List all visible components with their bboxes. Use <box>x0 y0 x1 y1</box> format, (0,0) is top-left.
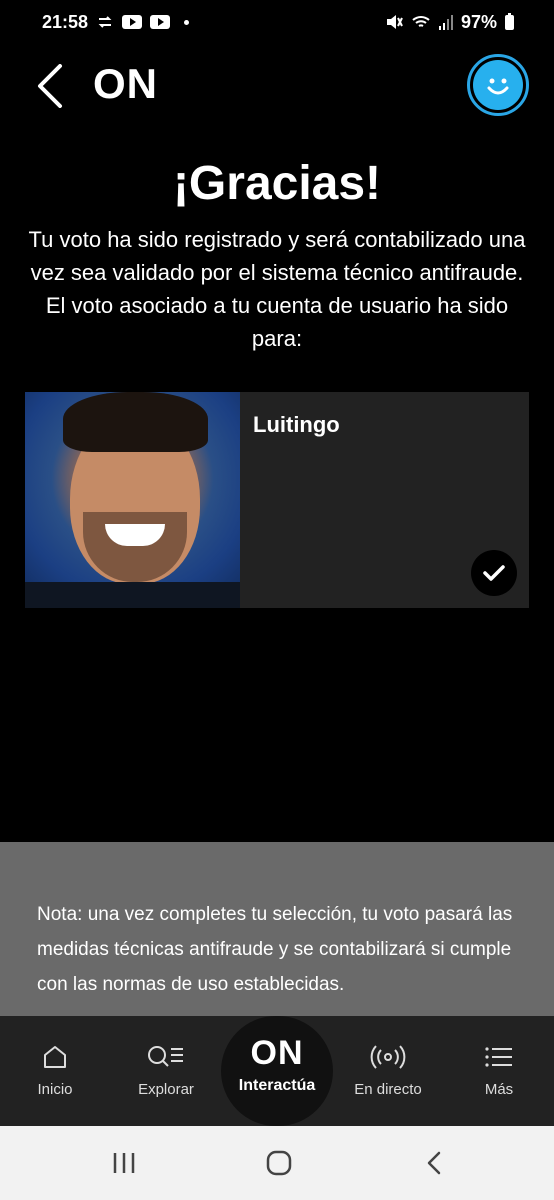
contestant-photo <box>25 392 240 608</box>
contestant-name: Luitingo <box>253 412 340 437</box>
nav-item-en-directo[interactable]: En directo <box>333 1016 443 1126</box>
app-header: ON <box>0 50 554 120</box>
on-logo-icon: ON <box>250 1034 304 1072</box>
chevron-left-icon <box>38 64 62 108</box>
nav-item-interactua[interactable]: ON Interactúa <box>221 1016 333 1126</box>
sync-icon <box>96 15 114 29</box>
note-text: Nota: una vez completes tu selección, tu… <box>37 904 513 995</box>
youtube-icon <box>122 15 143 29</box>
broadcast-icon <box>370 1041 406 1073</box>
back-button[interactable] <box>30 62 70 110</box>
nav-label-mas: Más <box>484 1081 514 1098</box>
nav-label-inicio: Inicio <box>37 1081 73 1098</box>
smiley-icon <box>473 60 523 110</box>
system-navigation-bar <box>0 1126 554 1200</box>
home-icon <box>42 1041 68 1073</box>
recents-icon <box>113 1153 135 1173</box>
status-left: 21:58 <box>42 11 190 33</box>
profile-avatar-button[interactable] <box>467 54 529 116</box>
status-bar: 21:58 97% <box>0 0 554 44</box>
nav-item-explorar[interactable]: Explorar <box>111 1016 221 1126</box>
battery-icon <box>505 12 514 30</box>
selected-contestant-card: Luitingo <box>25 392 529 608</box>
brand-logo: ON <box>93 60 158 107</box>
nav-label-explorar: Explorar <box>138 1081 194 1098</box>
mute-icon <box>385 14 403 30</box>
vote-description: Tu voto ha sido registrado y será contab… <box>28 227 526 351</box>
recents-button[interactable] <box>104 1146 144 1180</box>
status-time: 21:58 <box>42 11 89 32</box>
search-list-icon <box>147 1041 185 1073</box>
battery-percent: 97% <box>460 11 497 32</box>
nav-item-mas[interactable]: Más <box>444 1016 554 1126</box>
back-icon <box>427 1151 441 1175</box>
back-system-button[interactable] <box>414 1146 454 1180</box>
nav-label-interactua: Interactúa <box>238 1077 316 1094</box>
nav-label-en-directo: En directo <box>354 1081 422 1098</box>
nav-item-inicio[interactable]: Inicio <box>0 1016 110 1126</box>
dot-icon <box>184 19 190 25</box>
antifraud-note: Nota: una vez completes tu selección, tu… <box>0 842 554 1016</box>
home-circle-icon <box>266 1150 292 1176</box>
status-right: 97% <box>385 12 514 33</box>
check-icon <box>483 565 505 581</box>
home-system-button[interactable] <box>259 1146 299 1180</box>
bottom-navigation: Inicio Explorar ON Interactúa En directo… <box>0 1016 554 1126</box>
signal-icon <box>438 14 453 30</box>
wifi-icon <box>411 14 431 30</box>
page-title: ¡Gracias! <box>172 157 382 210</box>
selected-check-button[interactable] <box>471 550 517 596</box>
youtube-icon <box>150 15 171 29</box>
menu-list-icon <box>484 1041 514 1073</box>
